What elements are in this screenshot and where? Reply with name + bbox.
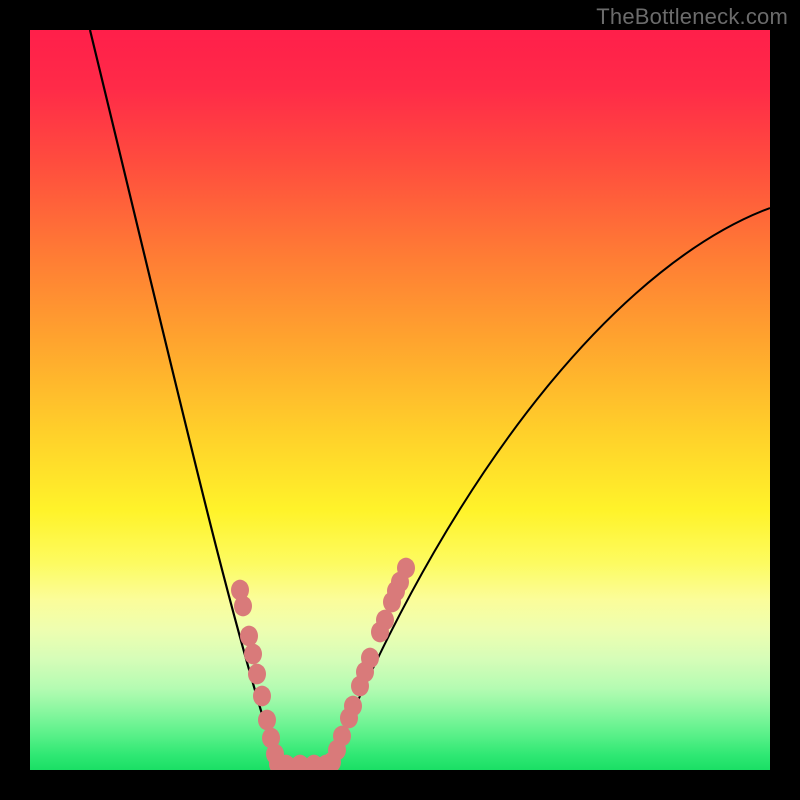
data-bead [258,710,276,731]
data-bead [361,648,379,669]
data-bead [240,626,258,647]
data-bead [376,610,394,631]
watermark-text: TheBottleneck.com [596,4,788,30]
data-bead [253,686,271,707]
data-bead [333,726,351,747]
data-bead [344,696,362,717]
data-bead [397,558,415,579]
curve-right [330,208,770,765]
chart-svg [30,30,770,770]
data-bead [234,596,252,617]
data-bead [248,664,266,685]
data-bead [244,644,262,665]
beads-group [231,558,415,770]
chart-frame [30,30,770,770]
